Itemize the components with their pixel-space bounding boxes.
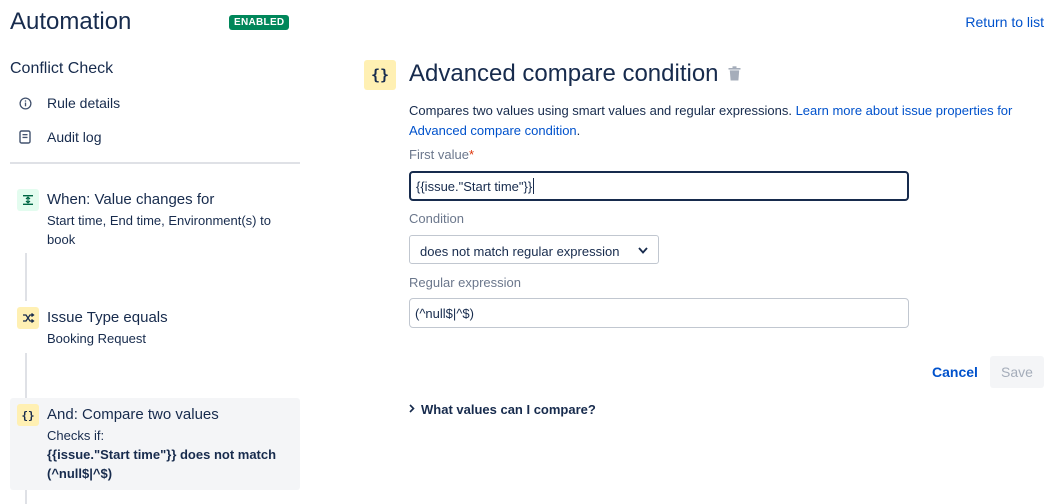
step-description: Booking Request <box>47 331 147 346</box>
text-cursor <box>533 178 535 194</box>
step-title: And: Compare two values <box>47 406 219 423</box>
status-badge: ENABLED <box>229 15 290 30</box>
trigger-icon <box>17 189 39 211</box>
sidebar-divider <box>10 162 300 164</box>
step-description: Start time, End time, Environment(s) to … <box>47 213 271 247</box>
step-description: Checks if: <box>47 428 105 443</box>
condition-select[interactable]: does not match regular expression <box>409 235 659 264</box>
rule-step-trigger[interactable]: When: Value changes for Start time, End … <box>10 183 300 253</box>
save-button[interactable]: Save <box>990 356 1044 388</box>
component-description: Compares two values using smart values a… <box>409 103 1013 138</box>
step-title: Issue Type equals <box>47 309 168 326</box>
regex-input[interactable]: (^null$|^$) <box>409 298 909 328</box>
step-title: When: Value changes for <box>47 191 215 208</box>
rule-step-condition-issue-type[interactable]: Issue Type equals Booking Request <box>10 301 300 353</box>
return-to-list-link[interactable]: Return to list <box>965 14 1044 30</box>
braces-icon: {} <box>17 404 39 426</box>
shuffle-icon <box>17 307 39 329</box>
sidebar-item-label: Audit log <box>47 129 102 145</box>
first-value-input[interactable]: {{issue."Start time"}} <box>409 171 909 201</box>
first-value-label: First value* <box>409 147 475 162</box>
page-title: Automation <box>10 8 132 35</box>
sidebar-item-rule-details[interactable]: Rule details <box>18 95 120 111</box>
chevron-right-icon <box>409 403 415 416</box>
document-icon <box>18 130 32 144</box>
braces-icon: {} <box>364 60 396 90</box>
cancel-button[interactable]: Cancel <box>924 357 986 387</box>
required-indicator: * <box>468 147 475 162</box>
chevron-down-icon <box>638 242 648 257</box>
condition-label: Condition <box>409 211 464 226</box>
regex-label: Regular expression <box>409 275 522 290</box>
sidebar-item-label: Rule details <box>47 95 121 111</box>
step-condition-line: (^null$|^$) <box>47 466 113 481</box>
what-values-expander[interactable]: What values can I compare? <box>409 402 596 417</box>
component-title: Advanced compare condition <box>409 60 719 87</box>
rule-step-compare-values[interactable]: {} And: Compare two values Checks if: {{… <box>10 398 300 490</box>
sidebar-item-audit-log[interactable]: Audit log <box>18 129 101 145</box>
info-icon <box>18 96 32 110</box>
step-condition-line: {{issue."Start time"}} does not match <box>47 447 277 462</box>
trash-icon[interactable] <box>728 66 742 82</box>
rule-name: Conflict Check <box>10 60 114 77</box>
